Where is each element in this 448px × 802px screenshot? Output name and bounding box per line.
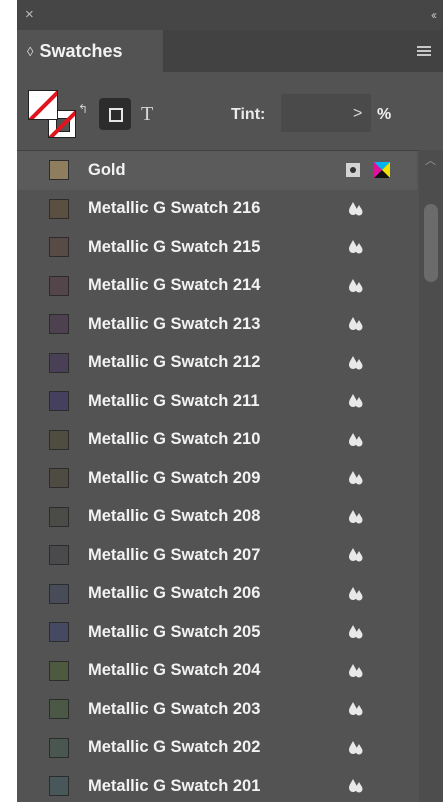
- mixed-ink-icon: [349, 702, 363, 716]
- tint-slider-arrow-icon[interactable]: >: [353, 105, 362, 123]
- mixed-ink-icon: [349, 548, 363, 562]
- swatch-name: Metallic G Swatch 211: [88, 391, 260, 410]
- swatch-name: Metallic G Swatch 205: [88, 622, 261, 641]
- swatches-panel: × ‹‹ ◊ Swatches ↰ T Tint: > % Gold Metall: [17, 0, 443, 802]
- swap-fill-stroke-icon[interactable]: ↰: [78, 102, 88, 116]
- swatch-name: Metallic G Swatch 213: [88, 314, 261, 333]
- mixed-ink-icon: [349, 317, 363, 331]
- swatch-row[interactable]: Metallic G Swatch 213: [17, 305, 417, 344]
- swatch-color-chip: [49, 583, 69, 604]
- swatch-color-chip: [49, 506, 69, 527]
- mixed-ink-icon: [349, 432, 363, 446]
- spot-color-icon: [346, 163, 360, 177]
- cmyk-mode-icon: [374, 162, 390, 178]
- swatch-color-chip: [49, 776, 69, 796]
- swatch-name: Metallic G Swatch 208: [88, 507, 261, 526]
- fill-swatch[interactable]: [28, 90, 58, 120]
- swatch-name: Metallic G Swatch 215: [88, 237, 261, 256]
- swatch-name: Metallic G Swatch 209: [88, 468, 261, 487]
- fill-stroke-none-icon[interactable]: ↰: [28, 90, 88, 138]
- swatch-name: Metallic G Swatch 201: [88, 776, 261, 795]
- swatch-color-chip: [49, 237, 69, 257]
- swatch-color-chip: [49, 391, 69, 411]
- mixed-ink-icon: [349, 471, 363, 485]
- swatch-name: Metallic G Swatch 203: [88, 699, 261, 718]
- swatch-row[interactable]: Metallic G Swatch 210: [17, 421, 417, 460]
- mixed-ink-icon: [349, 201, 363, 215]
- mixed-ink-icon: [349, 394, 363, 408]
- mixed-ink-icon: [349, 586, 363, 600]
- swatch-row[interactable]: Metallic G Swatch 216: [17, 190, 417, 229]
- swatch-color-chip: [49, 545, 69, 565]
- swatch-name: Metallic G Swatch 212: [88, 353, 261, 372]
- panel-tab-row: ◊ Swatches: [17, 30, 443, 72]
- format-container-icon[interactable]: [99, 98, 131, 130]
- tint-percent-label: %: [377, 106, 392, 123]
- mixed-ink-icon: [349, 663, 363, 677]
- swatch-row[interactable]: Metallic G Swatch 204: [17, 652, 417, 691]
- mixed-ink-icon: [349, 779, 363, 793]
- swatch-color-chip: [49, 699, 69, 719]
- mixed-ink-icon: [349, 278, 363, 292]
- swatch-name: Metallic G Swatch 206: [88, 584, 261, 603]
- panel-titlebar[interactable]: × ‹‹: [17, 0, 443, 30]
- swatch-color-chip: [49, 468, 69, 488]
- mixed-ink-icon: [349, 355, 363, 369]
- mixed-ink-icon: [349, 625, 363, 639]
- swatch-color-chip: [49, 737, 69, 758]
- swatch-color-chip: [49, 352, 69, 373]
- swatch-name: Metallic G Swatch 210: [88, 430, 261, 449]
- swatch-list: Gold Metallic G Swatch 216 Metallic G Swat…: [17, 150, 443, 802]
- swatch-color-chip: [49, 275, 69, 296]
- swatch-row[interactable]: Metallic G Swatch 207: [17, 536, 417, 575]
- mixed-ink-icon: [349, 740, 363, 754]
- swatch-color-chip: [49, 660, 69, 681]
- swatch-row[interactable]: Metallic G Swatch 211: [17, 382, 417, 421]
- swatch-row[interactable]: Metallic G Swatch 201: [17, 767, 417, 802]
- swatch-row[interactable]: Metallic G Swatch 214: [17, 267, 417, 306]
- collapse-panel-icon[interactable]: ‹‹: [431, 6, 437, 24]
- swatches-toolbar: ↰ T Tint: > %: [17, 72, 443, 150]
- scrollbar[interactable]: ︿: [419, 150, 443, 802]
- swatch-color-chip: [49, 314, 69, 334]
- swatch-row[interactable]: Metallic G Swatch 205: [17, 613, 417, 652]
- format-text-icon[interactable]: T: [141, 103, 153, 126]
- swatch-name: Metallic G Swatch 204: [88, 661, 261, 680]
- tab-swatches[interactable]: ◊ Swatches: [17, 30, 163, 72]
- swatch-name: Metallic G Swatch 207: [88, 545, 261, 564]
- swatch-row[interactable]: Metallic G Swatch 212: [17, 344, 417, 383]
- swatch-name: Metallic G Swatch 202: [88, 738, 261, 757]
- mixed-ink-icon: [349, 509, 363, 523]
- close-icon[interactable]: ×: [25, 6, 34, 24]
- swatch-name: Metallic G Swatch 214: [88, 276, 261, 295]
- swatch-row[interactable]: Metallic G Swatch 215: [17, 228, 417, 267]
- swatch-row[interactable]: Metallic G Swatch 202: [17, 729, 417, 768]
- swatch-color-chip: [49, 622, 69, 642]
- mixed-ink-icon: [349, 240, 363, 254]
- swatch-name: Metallic G Swatch 216: [88, 199, 261, 218]
- swatch-color-chip: [49, 198, 69, 219]
- scroll-up-icon[interactable]: ︿: [425, 152, 436, 168]
- panel-menu-icon[interactable]: [417, 46, 431, 57]
- swatch-row[interactable]: Metallic G Swatch 209: [17, 459, 417, 498]
- swatch-row[interactable]: Gold: [17, 151, 417, 190]
- swatch-color-chip: [49, 429, 69, 450]
- swatch-row[interactable]: Metallic G Swatch 206: [17, 575, 417, 614]
- tint-label: Tint:: [231, 106, 266, 123]
- tab-expand-icon[interactable]: ◊: [27, 44, 33, 59]
- scroll-thumb[interactable]: [424, 204, 438, 282]
- swatch-row[interactable]: Metallic G Swatch 203: [17, 690, 417, 729]
- swatch-name: Gold: [88, 160, 126, 179]
- swatch-row[interactable]: Metallic G Swatch 208: [17, 498, 417, 537]
- panel-title: Swatches: [39, 40, 123, 61]
- swatch-color-chip: [49, 160, 69, 180]
